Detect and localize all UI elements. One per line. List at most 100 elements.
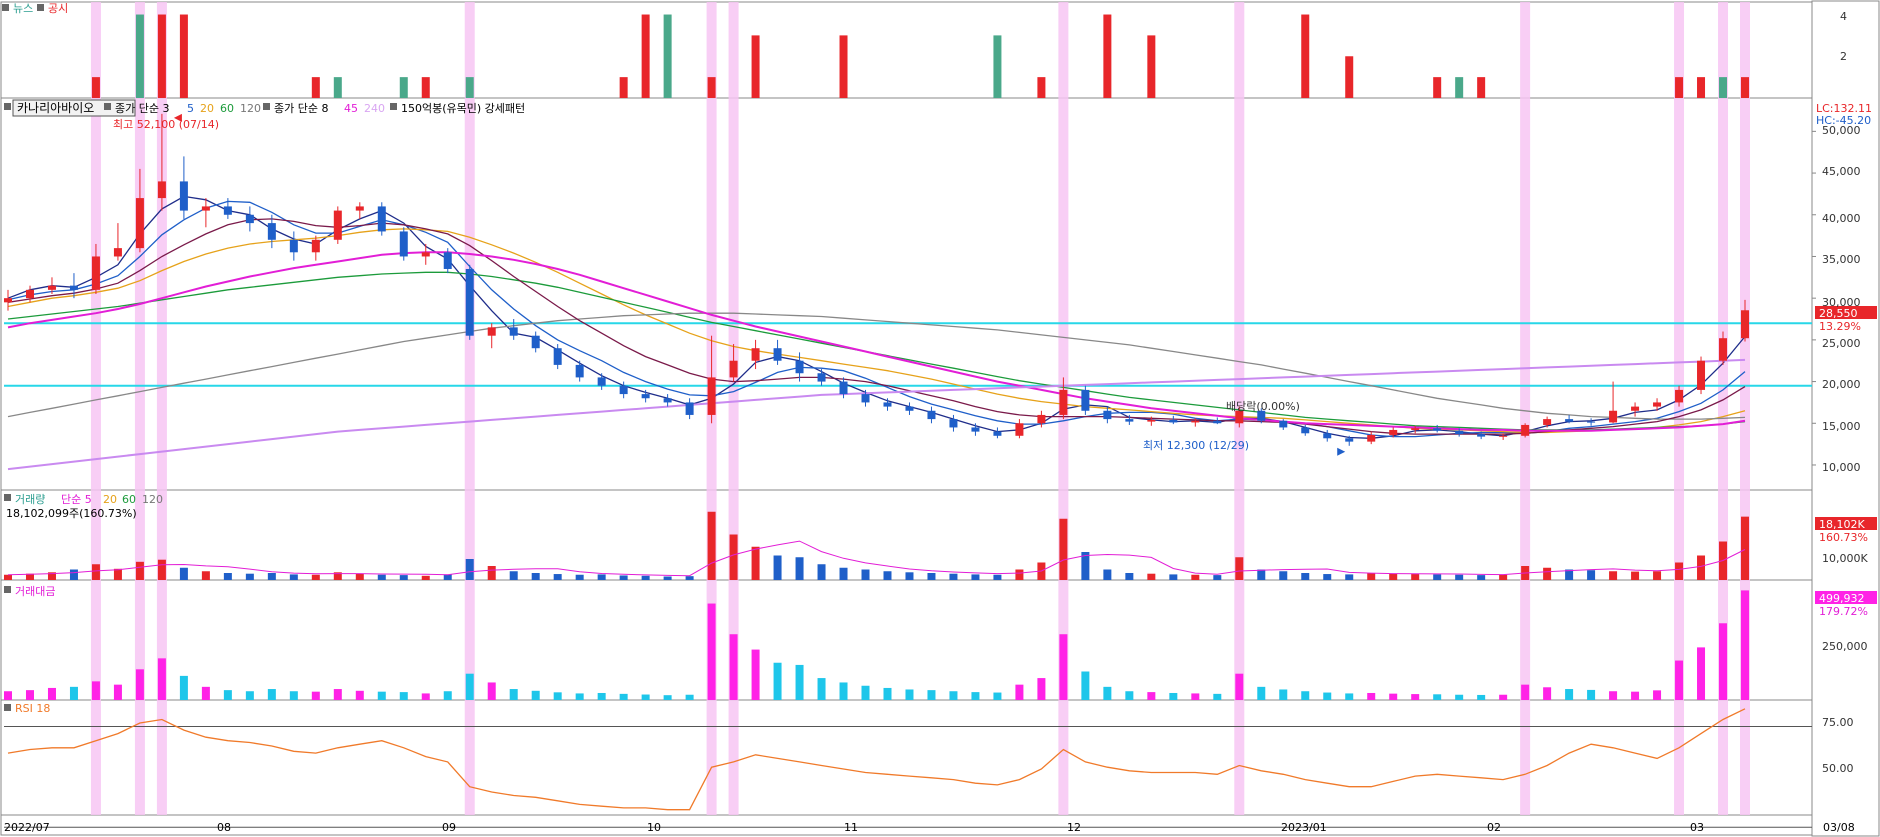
x-label: 03 bbox=[1690, 821, 1704, 834]
volume-bar bbox=[179, 567, 188, 580]
panel-toggle-icon[interactable] bbox=[37, 4, 44, 11]
amount-bar bbox=[289, 691, 298, 700]
volume-bar bbox=[817, 564, 826, 580]
panel-toggle-icon[interactable] bbox=[4, 704, 11, 711]
amount-current: 499,932 bbox=[1819, 592, 1865, 605]
legend-icon[interactable] bbox=[104, 103, 111, 110]
amount-bar bbox=[795, 664, 804, 700]
candle-body bbox=[1499, 435, 1508, 437]
x-label: 08 bbox=[217, 821, 231, 834]
candle-body bbox=[1587, 421, 1596, 423]
panel-toggle-icon[interactable] bbox=[4, 103, 11, 110]
rsi-y-tick: 50.00 bbox=[1822, 762, 1854, 775]
amount-bar bbox=[949, 691, 958, 700]
x-label: 10 bbox=[647, 821, 661, 834]
volume-bar bbox=[663, 576, 672, 580]
amount-bar bbox=[1411, 694, 1420, 700]
amount-bar bbox=[773, 662, 782, 700]
volume-change-pct: 160.73% bbox=[1819, 531, 1868, 544]
volume-bar bbox=[1653, 571, 1662, 580]
amount-bar bbox=[1191, 693, 1200, 700]
amount-bar bbox=[1367, 692, 1376, 700]
x-label: 09 bbox=[442, 821, 456, 834]
volume-bar bbox=[1741, 516, 1749, 580]
volume-bar bbox=[839, 567, 848, 580]
amount-bar bbox=[1213, 693, 1222, 700]
candle-body bbox=[157, 181, 166, 199]
amount-bar bbox=[1257, 686, 1266, 700]
volume-bar bbox=[377, 574, 386, 580]
volume-bar bbox=[1389, 573, 1398, 580]
amount-bar bbox=[1279, 689, 1288, 700]
news-bar bbox=[91, 77, 100, 98]
legend-ma2-45: 45 bbox=[344, 102, 358, 115]
candle-body bbox=[949, 419, 958, 428]
candle-body bbox=[267, 223, 276, 240]
candle-body bbox=[773, 348, 782, 361]
candle-body bbox=[993, 431, 1002, 436]
candle-body bbox=[1719, 338, 1728, 361]
legend-ma1: 종가 단순 3 bbox=[115, 102, 169, 115]
volume-bar bbox=[1609, 571, 1618, 580]
candle-body bbox=[1433, 428, 1442, 431]
volume-bar bbox=[465, 559, 474, 580]
candle-body bbox=[663, 398, 672, 403]
candle-body bbox=[619, 385, 628, 395]
vol-panel-frame bbox=[0, 489, 1813, 581]
x-label: 03/08 bbox=[1823, 821, 1855, 834]
volume-bar bbox=[1477, 575, 1486, 580]
candle-body bbox=[553, 348, 562, 365]
panel-toggle-icon[interactable] bbox=[4, 586, 11, 593]
news-bar bbox=[1477, 77, 1486, 98]
x-label: 12 bbox=[1067, 821, 1081, 834]
news-bar bbox=[311, 77, 320, 98]
news-bar bbox=[1037, 77, 1046, 98]
candle-body bbox=[1059, 389, 1068, 415]
candle-body bbox=[729, 360, 738, 378]
candle-body bbox=[685, 402, 694, 415]
amount-bar bbox=[113, 684, 122, 700]
x-label: 2023/01 bbox=[1281, 821, 1327, 834]
amount-bar bbox=[1477, 694, 1486, 700]
volume-bar bbox=[91, 564, 100, 580]
news-bar bbox=[707, 77, 716, 98]
candle-body bbox=[1367, 434, 1376, 442]
candle-body bbox=[1147, 419, 1156, 422]
candle-body bbox=[201, 206, 210, 211]
news-bar bbox=[619, 77, 628, 98]
legend-icon[interactable] bbox=[390, 103, 397, 110]
amount-bar bbox=[267, 689, 276, 700]
volume-bar bbox=[707, 511, 716, 580]
candle-body bbox=[421, 252, 430, 257]
news-bar bbox=[1719, 77, 1728, 98]
amount-label: 거래대금 bbox=[15, 585, 55, 598]
volume-bar bbox=[1147, 573, 1156, 580]
volume-bar bbox=[575, 574, 584, 580]
candle-body bbox=[1301, 427, 1310, 434]
candle-body bbox=[289, 239, 298, 253]
amount-bar bbox=[641, 694, 650, 700]
candle-body bbox=[1323, 433, 1332, 439]
candle-body bbox=[377, 206, 386, 232]
news-bar bbox=[1455, 77, 1464, 98]
candle-body bbox=[1213, 420, 1222, 424]
panel-toggle-icon[interactable] bbox=[4, 494, 11, 501]
legend-ma1-5: 5 bbox=[187, 102, 194, 115]
candle-body bbox=[509, 327, 518, 336]
candle-body bbox=[1411, 428, 1420, 430]
amount-bar bbox=[597, 692, 606, 700]
volume-bar bbox=[531, 573, 540, 580]
panel-toggle-icon[interactable] bbox=[2, 4, 9, 11]
news-bar bbox=[641, 14, 650, 99]
amount-bar bbox=[685, 694, 694, 700]
volume-bar bbox=[399, 575, 408, 580]
amount-bar bbox=[1565, 689, 1574, 700]
legend-icon[interactable] bbox=[263, 103, 270, 110]
amount-bar bbox=[861, 685, 870, 700]
candle-body bbox=[1015, 423, 1024, 436]
volume-bar bbox=[751, 546, 760, 580]
disclosure-label: 공시 bbox=[48, 2, 68, 15]
candle-body bbox=[1125, 419, 1134, 422]
candle-body bbox=[927, 410, 936, 420]
legend-ma1-120: 120 bbox=[240, 102, 261, 115]
